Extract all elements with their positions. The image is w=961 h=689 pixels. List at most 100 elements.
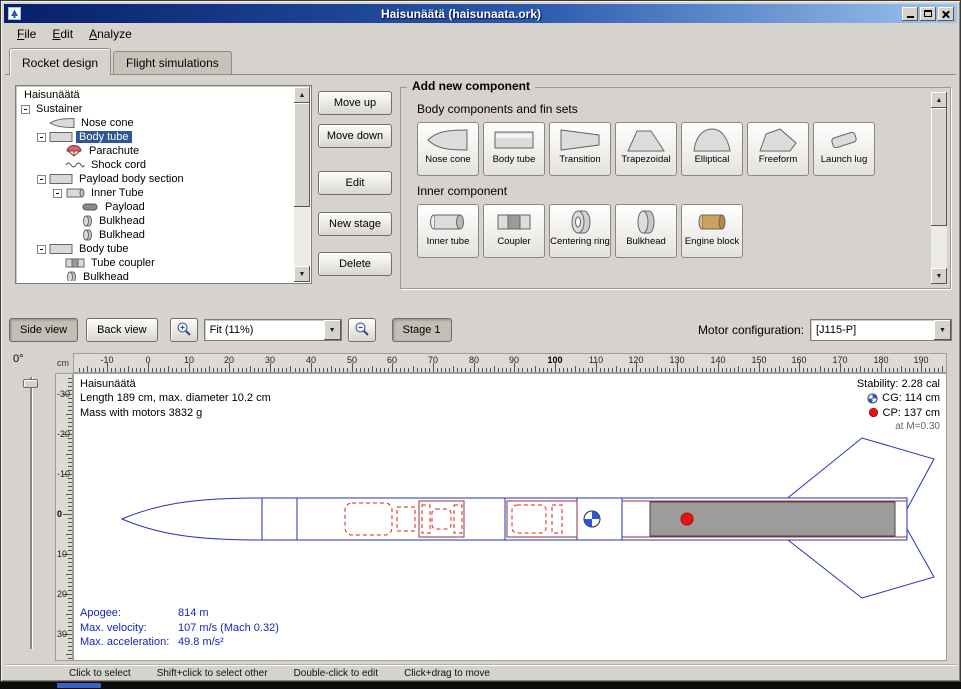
bulkhead-icon <box>81 229 93 241</box>
titlebar[interactable]: Haisunäätä (haisunaata.ork) <box>4 4 957 23</box>
tree-expander-icon[interactable] <box>37 175 46 184</box>
tree-item-bulkhead[interactable]: Bulkhead <box>18 270 293 281</box>
tree-item-label: Body tube <box>76 131 132 143</box>
flight-stat-label: Max. velocity: <box>80 621 178 636</box>
flight-stat-value: 49.8 m/s² <box>178 635 224 650</box>
add-freeform-button[interactable]: Freeform <box>747 122 809 176</box>
zoom-out-button[interactable] <box>348 318 376 342</box>
tree-expander-icon[interactable] <box>53 189 62 198</box>
tree-item-shock-cord[interactable]: Shock cord <box>18 158 293 172</box>
engineblock-icon <box>690 207 734 237</box>
stage-1-toggle[interactable]: Stage 1 <box>392 318 452 342</box>
taskbar-item[interactable] <box>57 683 101 688</box>
move-down-button[interactable]: Move down <box>318 124 392 148</box>
add-engine-block-button[interactable]: Engine block <box>681 204 743 258</box>
new-stage-button[interactable]: New stage <box>318 212 392 236</box>
add-launch-lug-button[interactable]: Launch lug <box>813 122 875 176</box>
rotation-slider[interactable] <box>23 377 39 649</box>
scroll-thumb[interactable] <box>294 103 310 207</box>
trapezoidal-icon <box>624 125 668 155</box>
menu-edit[interactable]: Edit <box>44 25 81 43</box>
scroll-up-button[interactable]: ▲ <box>294 87 310 103</box>
component-sections: Body components and fin setsNose coneBod… <box>417 96 926 288</box>
tree-item-label: Inner Tube <box>88 187 147 199</box>
add-inner-tube-button[interactable]: Inner tube <box>417 204 479 258</box>
cg-value: CG: 114 cm <box>882 391 940 405</box>
tree-item-sustainer[interactable]: Sustainer <box>18 102 293 116</box>
add-trapezoidal-button[interactable]: Trapezoidal <box>615 122 677 176</box>
payload-icon <box>81 201 99 213</box>
tree-expander-icon[interactable] <box>37 133 46 142</box>
tab-flight-simulations[interactable]: Flight simulations <box>113 51 232 74</box>
scroll-thumb[interactable] <box>931 108 947 226</box>
tree-expander-icon[interactable] <box>21 105 30 114</box>
chevron-down-icon[interactable]: ▼ <box>324 320 341 340</box>
scroll-down-button[interactable]: ▼ <box>931 268 947 284</box>
add-nose-cone-button[interactable]: Nose cone <box>417 122 479 176</box>
side-view-button[interactable]: Side view <box>9 318 78 342</box>
zoom-in-button[interactable] <box>170 318 198 342</box>
tree-expander-icon[interactable] <box>37 245 46 254</box>
view-toolbar: Side view Back view Fit (11%) ▼ Stage 1 … <box>9 314 952 346</box>
component-panel-scrollbar[interactable]: ▲▼ <box>931 92 947 284</box>
innertube-icon <box>65 187 85 199</box>
elliptical-icon <box>690 125 734 155</box>
arrow-down-icon: ▼ <box>299 271 306 278</box>
close-button[interactable] <box>938 7 954 21</box>
tree-item-label: Parachute <box>86 145 142 157</box>
move-up-button[interactable]: Move up <box>318 91 392 115</box>
tree-item-body-tube[interactable]: Body tube <box>18 242 293 256</box>
tree-item-body-tube[interactable]: Body tube <box>18 130 293 144</box>
back-view-button[interactable]: Back view <box>86 318 158 342</box>
zoom-select[interactable]: Fit (11%) ▼ <box>204 319 342 341</box>
motor-config-select[interactable]: [J115-P] ▼ <box>810 319 952 341</box>
bodytube-icon <box>49 243 73 255</box>
coupler-icon <box>492 207 536 237</box>
tree-item-parachute[interactable]: Parachute <box>18 144 293 158</box>
bulkhead-icon <box>65 271 77 281</box>
tab-rocket-design[interactable]: Rocket design <box>9 48 111 75</box>
add-elliptical-button[interactable]: Elliptical <box>681 122 743 176</box>
component-tree[interactable]: HaisunäätäSustainerNose coneBody tubePar… <box>18 88 293 281</box>
maximize-button[interactable] <box>920 7 936 21</box>
zoom-in-icon <box>176 321 192 340</box>
tree-item-inner-tube[interactable]: Inner Tube <box>18 186 293 200</box>
minimize-button[interactable] <box>902 7 918 21</box>
tree-item-bulkhead[interactable]: Bulkhead <box>18 228 293 242</box>
add-body-tube-button[interactable]: Body tube <box>483 122 545 176</box>
cg-marker <box>584 511 600 527</box>
tree-item-bulkhead[interactable]: Bulkhead <box>18 214 293 228</box>
rocket-canvas[interactable]: Haisunäätä Length 189 cm, max. diameter … <box>73 373 947 661</box>
chevron-down-icon[interactable]: ▼ <box>934 320 951 340</box>
add-bulkhead-button[interactable]: Bulkhead <box>615 204 677 258</box>
scroll-up-button[interactable]: ▲ <box>931 92 947 108</box>
close-icon <box>942 10 950 18</box>
flight-stat-label: Max. acceleration: <box>80 635 178 650</box>
delete-button[interactable]: Delete <box>318 252 392 276</box>
add-centering-ring-button[interactable]: Centering ring <box>549 204 611 258</box>
component-button-label: Inner tube <box>427 237 470 247</box>
scroll-down-button[interactable]: ▼ <box>294 266 310 282</box>
add-transition-button[interactable]: Transition <box>549 122 611 176</box>
tree-item-haisun-t[interactable]: Haisunäätä <box>18 88 293 102</box>
innertube-icon <box>426 207 470 237</box>
tree-scrollbar[interactable]: ▲▼ <box>294 87 310 282</box>
add-coupler-button[interactable]: Coupler <box>483 204 545 258</box>
component-button-label: Coupler <box>497 237 530 247</box>
rotation-slider-track <box>30 377 32 649</box>
tree-item-label: Payload body section <box>76 173 187 185</box>
app-icon[interactable] <box>7 6 22 21</box>
tree-item-nose-cone[interactable]: Nose cone <box>18 116 293 130</box>
edit-button[interactable]: Edit <box>318 171 392 195</box>
menu-file[interactable]: File <box>9 25 44 43</box>
component-button-label: Engine block <box>685 237 739 247</box>
tree-item-payload[interactable]: Payload <box>18 200 293 214</box>
menu-analyze[interactable]: Analyze <box>81 25 140 43</box>
arrow-up-icon: ▲ <box>299 92 306 99</box>
centeringring-icon <box>558 207 602 237</box>
tree-item-tube-coupler[interactable]: Tube coupler <box>18 256 293 270</box>
component-button-label: Bulkhead <box>626 237 666 247</box>
rotation-slider-handle[interactable] <box>23 379 38 388</box>
tree-item-payload-body-section[interactable]: Payload body section <box>18 172 293 186</box>
flight-stat-value: 814 m <box>178 606 209 621</box>
